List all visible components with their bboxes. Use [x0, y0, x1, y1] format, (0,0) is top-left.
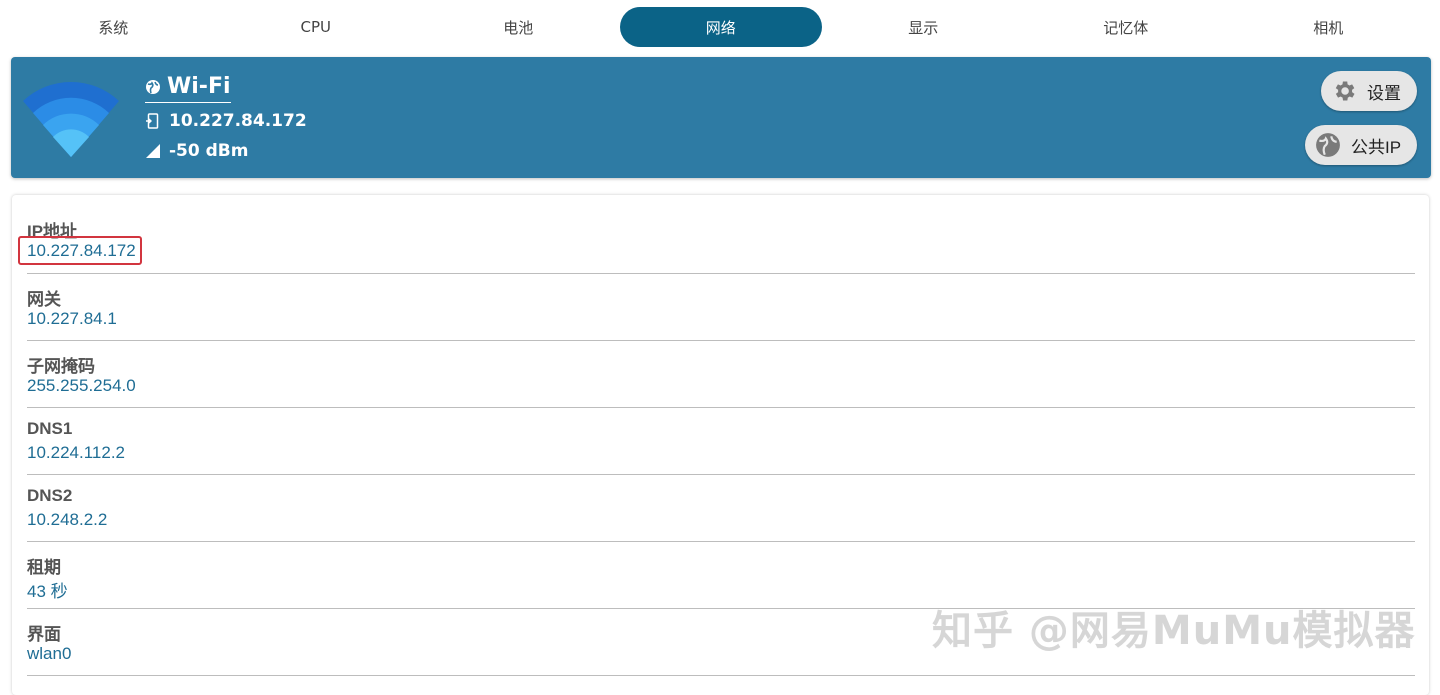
- divider: [27, 675, 1415, 676]
- signal-strength-icon: [146, 144, 160, 158]
- detail-label: DNS2: [27, 486, 73, 505]
- detail-label: 租期: [27, 558, 61, 577]
- detail-value: 10.224.112.2: [27, 443, 125, 462]
- detail-label: 网关: [27, 290, 61, 309]
- detail-dns2: DNS2 10.248.2.2: [27, 475, 1415, 542]
- network-name-link[interactable]: Wi-Fi: [145, 73, 231, 103]
- header-signal: -50 dBm: [169, 141, 249, 161]
- ip-row: 10.227.84.172: [145, 111, 307, 131]
- tab-camera[interactable]: 相机: [1227, 7, 1430, 47]
- network-name: Wi-Fi: [167, 74, 231, 99]
- detail-value: 10.227.84.1: [27, 309, 117, 328]
- detail-dns1: DNS1 10.224.112.2: [27, 408, 1415, 475]
- detail-label: DNS1: [27, 419, 73, 438]
- signal-row: -50 dBm: [145, 141, 248, 161]
- detail-gateway: 网关 10.227.84.1: [27, 274, 1415, 341]
- tab-system[interactable]: 系统: [12, 7, 215, 47]
- tab-battery[interactable]: 电池: [417, 7, 620, 47]
- tab-display[interactable]: 显示: [822, 7, 1025, 47]
- detail-value: 10.248.2.2: [27, 510, 108, 529]
- detail-value: 255.255.254.0: [27, 376, 136, 395]
- tab-network[interactable]: 网络: [619, 7, 822, 47]
- detail-label: 子网掩码: [27, 357, 95, 376]
- settings-label: 设置: [1367, 83, 1401, 103]
- gear-icon: [1335, 81, 1355, 101]
- header-ip: 10.227.84.172: [169, 111, 307, 131]
- tab-memory[interactable]: 记忆体: [1025, 7, 1228, 47]
- settings-button[interactable]: 设置: [1321, 71, 1417, 111]
- watermark: 知乎 @网易MuMu模拟器: [932, 608, 1416, 654]
- wifi-signal-icon: [23, 81, 119, 157]
- detail-label: 界面: [27, 625, 61, 644]
- globe-icon: [146, 79, 160, 94]
- public-ip-label: 公共IP: [1351, 137, 1402, 157]
- tab-bar: 系统 CPU 电池 网络 显示 记忆体 相机: [0, 0, 1440, 54]
- network-header: Wi-Fi 10.227.84.172 -50 dBm 设置 公共IP: [11, 57, 1431, 178]
- public-ip-button[interactable]: 公共IP: [1305, 125, 1417, 165]
- detail-subnet-mask: 子网掩码 255.255.254.0: [27, 341, 1415, 408]
- device-ip-icon: [146, 113, 159, 129]
- detail-ip-address: IP地址 10.227.84.172: [27, 195, 1415, 274]
- tab-cpu[interactable]: CPU: [215, 7, 418, 47]
- globe-icon: [1316, 133, 1340, 157]
- detail-value: wlan0: [27, 644, 72, 663]
- detail-value: 43 秒: [27, 582, 68, 601]
- ip-highlight-box: [18, 236, 142, 265]
